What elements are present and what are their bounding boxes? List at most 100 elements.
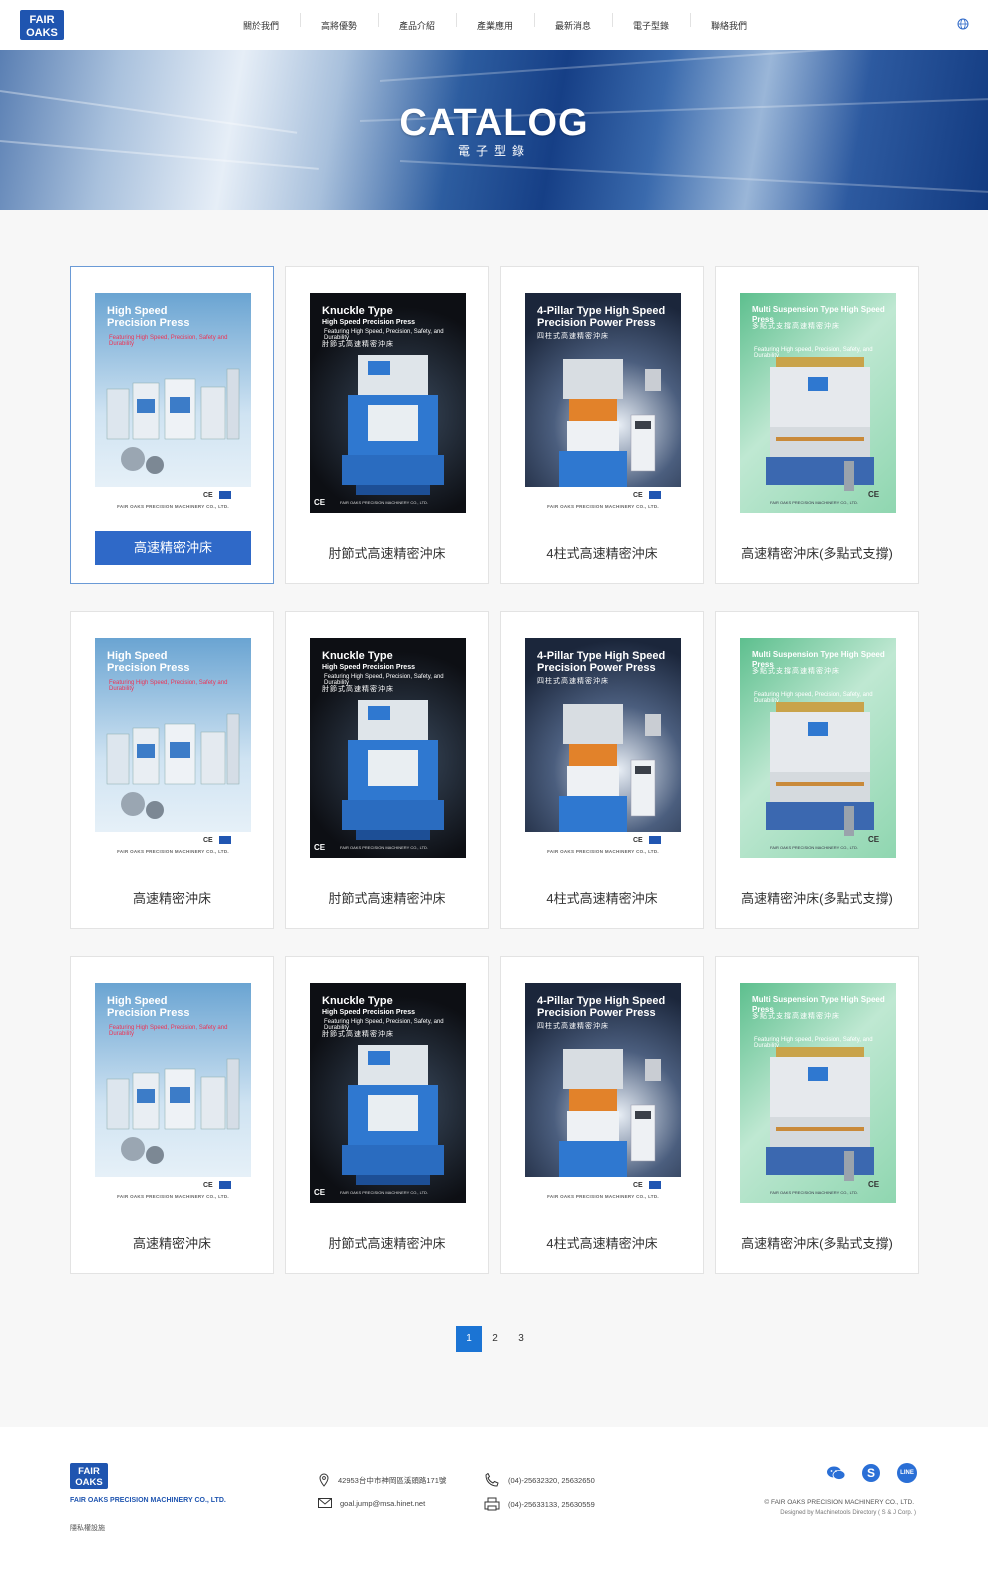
footer-fax: (04)-25633133, 25630559 [484,1497,595,1511]
catalog-cover-image[interactable]: 4-Pillar Type High Speed Precision Power … [525,293,681,513]
logo-line2: OAKS [26,27,58,39]
logo-line1: FAIR [29,14,54,26]
catalog-card[interactable]: High Speed Precision Press Featuring High … [70,266,274,584]
nav-products[interactable]: 產品介紹 [378,12,456,32]
cover-title: High Speed Precision Press [107,305,245,329]
catalog-card[interactable]: High Speed Precision Press Featuring High … [70,611,274,929]
line-icon[interactable]: LINE [897,1463,917,1483]
cover-title: Knuckle Type High Speed Precision Press [322,305,460,329]
catalog-card-button[interactable]: 高速精密沖床 [95,531,251,565]
catalog-card[interactable]: High Speed Precision Press Featuring High … [70,956,274,1274]
footer-logo[interactable]: FAIR OAKS [70,1463,108,1489]
catalog-card[interactable]: Knuckle Type High Speed Precision Press Fe… [285,956,489,1274]
fair-oaks-mini-logo [219,836,231,844]
nav-catalog[interactable]: 電子型錄 [612,12,690,32]
privacy-link[interactable]: 隱私權設施 [70,1523,105,1533]
catalog-cover-image[interactable]: Knuckle Type High Speed Precision Press Fe… [310,638,466,858]
catalog-card-label[interactable]: 高速精密沖床 [71,1233,273,1252]
cover-title-line1: 4-Pillar Type High Speed [537,995,666,1007]
main-nav: 關於我們 高將優勢 產品介紹 產業應用 最新消息 電子型錄 聯絡我們 [222,0,768,50]
cover-title-line2: High Speed Precision Press [322,1009,415,1016]
phone-text: (04)-25632320, 25632650 [508,1475,595,1485]
catalog-card[interactable]: Multi Suspension Type High Speed Press Fe… [715,611,919,929]
footer-logo-line2: OAKS [75,1477,102,1488]
site-footer: FAIR OAKS FAIR OAKS PRECISION MACHINERY … [0,1427,1000,1587]
nav-applications[interactable]: 產業應用 [456,12,534,32]
ce-mark: CE [314,843,326,852]
fax-text: (04)-25633133, 25630559 [508,1499,595,1509]
page-3[interactable]: 3 [508,1326,534,1352]
page-2[interactable]: 2 [482,1326,508,1352]
cover-title-line1: Knuckle Type [322,650,393,662]
catalog-card[interactable]: 4-Pillar Type High Speed Precision Power … [500,266,704,584]
cover-footer-band: CE FAIR OAKS PRECISION MACHINERY CO., LTD… [95,1177,251,1203]
nav-news[interactable]: 最新消息 [534,12,612,32]
catalog-cover-image[interactable]: Knuckle Type High Speed Precision Press Fe… [310,983,466,1203]
cover-title-line2: Precision Power Press [537,1007,656,1019]
cover-chinese-title: 多點式支撐高速精密沖床 [752,323,840,330]
cover-title-line1: High Speed [107,305,168,317]
skype-icon[interactable]: S [861,1463,881,1483]
catalog-card-label[interactable]: 肘節式高速精密沖床 [286,888,488,907]
cover-title-line1: High Speed [107,995,168,1007]
catalog-card[interactable]: Knuckle Type High Speed Precision Press Fe… [285,611,489,929]
footer-phone: (04)-25632320, 25632650 [484,1473,595,1487]
designed-by[interactable]: Designed by Machinetools Directory ( S &… [780,1510,916,1516]
cover-title: 4-Pillar Type High Speed Precision Power … [537,305,675,329]
catalog-card-label[interactable]: 4柱式高速精密沖床 [501,543,703,562]
banner-subtitle: 電子型錄 [457,144,530,158]
catalog-card-label[interactable]: 肘節式高速精密沖床 [286,543,488,562]
catalog-card-label[interactable]: 高速精密沖床(多點式支撐) [716,1233,918,1252]
catalog-cover-image[interactable]: 4-Pillar Type High Speed Precision Power … [525,983,681,1203]
ce-mark: CE [314,1188,326,1197]
cover-footer-band: CE FAIR OAKS PRECISION MACHINERY CO., LTD… [525,1177,681,1203]
catalog-card-label[interactable]: 4柱式高速精密沖床 [501,1233,703,1252]
cover-footer-text: FAIR OAKS PRECISION MACHINERY CO., LTD. [340,500,429,505]
globe-icon[interactable] [957,18,969,30]
catalog-cover-image[interactable]: Knuckle Type High Speed Precision Press Fe… [310,293,466,513]
catalog-cover-image[interactable]: 4-Pillar Type High Speed Precision Power … [525,638,681,858]
cover-chinese-title: 肘節式高速精密沖床 [322,341,394,348]
catalog-card[interactable]: 4-Pillar Type High Speed Precision Power … [500,611,704,929]
location-pin-icon [319,1473,329,1487]
catalog-cover-image[interactable]: High Speed Precision Press Featuring High … [95,638,251,858]
catalog-cover-image[interactable]: Multi Suspension Type High Speed Press Fe… [740,638,896,858]
nav-about[interactable]: 關於我們 [222,19,300,32]
catalog-card-label[interactable]: 高速精密沖床 [71,888,273,907]
catalog-card[interactable]: Multi Suspension Type High Speed Press Fe… [715,956,919,1274]
cover-footer-text: FAIR OAKS PRECISION MACHINERY CO., LTD. [770,845,859,850]
catalog-card[interactable]: Knuckle Type High Speed Precision Press Fe… [285,266,489,584]
cover-footer-text: FAIR OAKS PRECISION MACHINERY CO., LTD. [340,1190,429,1195]
catalog-card-label[interactable]: 高速精密沖床(多點式支撐) [716,543,918,562]
cover-title-line1: 4-Pillar Type High Speed [537,305,666,317]
catalog-cover-image[interactable]: Multi Suspension Type High Speed Press Fe… [740,293,896,513]
email-link[interactable]: goal.jump@msa.hinet.net [340,1499,425,1508]
cover-tagline: Featuring High Speed, Precision, Safety … [109,1025,228,1037]
cover-footer-band: CE FAIR OAKS PRECISION MACHINERY CO., LTD… [525,832,681,858]
footer-email: goal.jump@msa.hinet.net [318,1498,425,1508]
catalog-card[interactable]: 4-Pillar Type High Speed Precision Power … [500,956,704,1274]
cover-title-line1: 4-Pillar Type High Speed [537,650,666,662]
catalog-card-label[interactable]: 4柱式高速精密沖床 [501,888,703,907]
cover-title-line1: Knuckle Type [322,305,393,317]
cover-tagline: Featuring High Speed, Precision, Safety … [109,335,228,347]
catalog-cover-image[interactable]: High Speed Precision Press Featuring High … [95,983,251,1203]
catalog-card[interactable]: Multi Suspension Type High Speed Press Fe… [715,266,919,584]
nav-contact[interactable]: 聯絡我們 [690,12,768,32]
fair-oaks-logo[interactable]: FAIR OAKS [20,10,64,40]
catalog-card-label[interactable]: 高速精密沖床(多點式支撐) [716,888,918,907]
catalog-cover-image[interactable]: Multi Suspension Type High Speed Press Fe… [740,983,896,1203]
ce-mark: CE [633,1182,643,1189]
catalog-cover-image[interactable]: High Speed Precision Press Featuring High … [95,293,251,513]
cover-footer-text: FAIR OAKS PRECISION MACHINERY CO., LTD. [547,849,659,854]
wechat-icon[interactable] [826,1463,846,1483]
catalog-card-label[interactable]: 肘節式高速精密沖床 [286,1233,488,1252]
footer-logo-line1: FAIR [78,1466,100,1477]
cover-chinese-title: 四柱式高速精密沖床 [537,333,609,340]
page-1[interactable]: 1 [456,1326,482,1352]
nav-advantages[interactable]: 高將優勢 [300,12,378,32]
cover-chinese-title: 多點式支撐高速精密沖床 [752,1013,840,1020]
cover-title: Knuckle Type High Speed Precision Press [322,995,460,1019]
cover-title-line2: Precision Power Press [537,662,656,674]
fax-icon [484,1497,500,1511]
